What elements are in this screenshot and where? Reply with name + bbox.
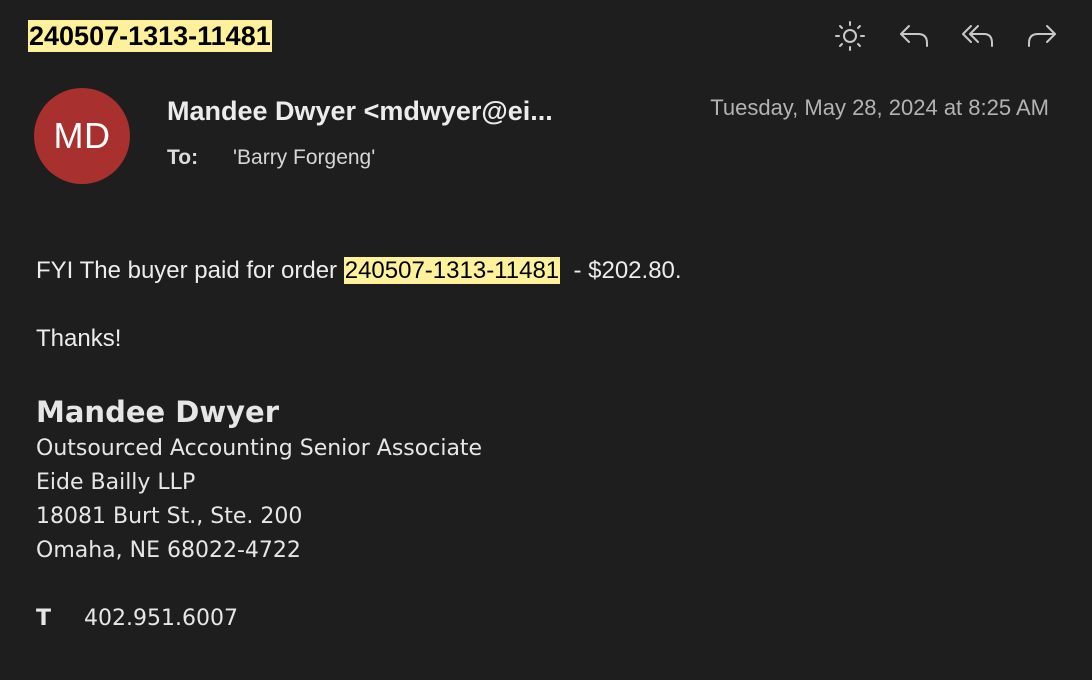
body-line-suffix: - $202.80. [560, 257, 682, 284]
sender-avatar: MD [34, 88, 130, 184]
brightness-button[interactable] [830, 16, 870, 56]
message-date: Tuesday, May 28, 2024 at 8:25 AM [710, 95, 1049, 120]
signature-name: Mandee Dwyer [36, 395, 280, 429]
forward-icon [1028, 25, 1056, 47]
body-line-prefix: FYI The buyer paid for order [36, 257, 344, 284]
reply-all-button[interactable] [958, 16, 998, 56]
signature-title: Outsourced Accounting Senior Associate [36, 436, 483, 461]
message-toolbar [830, 16, 1062, 56]
body-line: FYI The buyer paid for order 240507-1313… [36, 255, 1062, 287]
phone-number[interactable]: 402.951.6007 [84, 602, 238, 636]
signature-address-line-2: Omaha, NE 68022-4722 [36, 538, 301, 563]
reply-button[interactable] [894, 16, 934, 56]
recipient-name[interactable]: 'Barry Forgeng' [233, 146, 375, 170]
sender-name[interactable]: Mandee Dwyer <mdwyer@ei... [167, 96, 553, 127]
signature-phone-row: T 402.951.6007 [36, 602, 482, 636]
forward-button[interactable] [1022, 16, 1062, 56]
to-label: To: [167, 146, 199, 169]
subject-title: 240507-1313-11481 [28, 20, 272, 52]
sun-icon [835, 21, 865, 51]
order-number-highlight: 240507-1313-11481 [343, 257, 561, 284]
signature-address-line-1: 18081 Burt St., Ste. 200 [36, 504, 303, 529]
phone-label: T [36, 606, 52, 631]
recipient-row: To: 'Barry Forgeng' [167, 146, 375, 170]
reply-icon [900, 25, 928, 47]
signature-company: Eide Bailly LLP [36, 470, 196, 495]
message-body: FYI The buyer paid for order 240507-1313… [36, 255, 1062, 355]
body-thanks: Thanks! [36, 325, 122, 352]
avatar-initials: MD [53, 115, 111, 156]
reply-all-icon [962, 25, 993, 47]
signature-block: Mandee Dwyer Outsourced Accounting Senio… [36, 392, 482, 636]
